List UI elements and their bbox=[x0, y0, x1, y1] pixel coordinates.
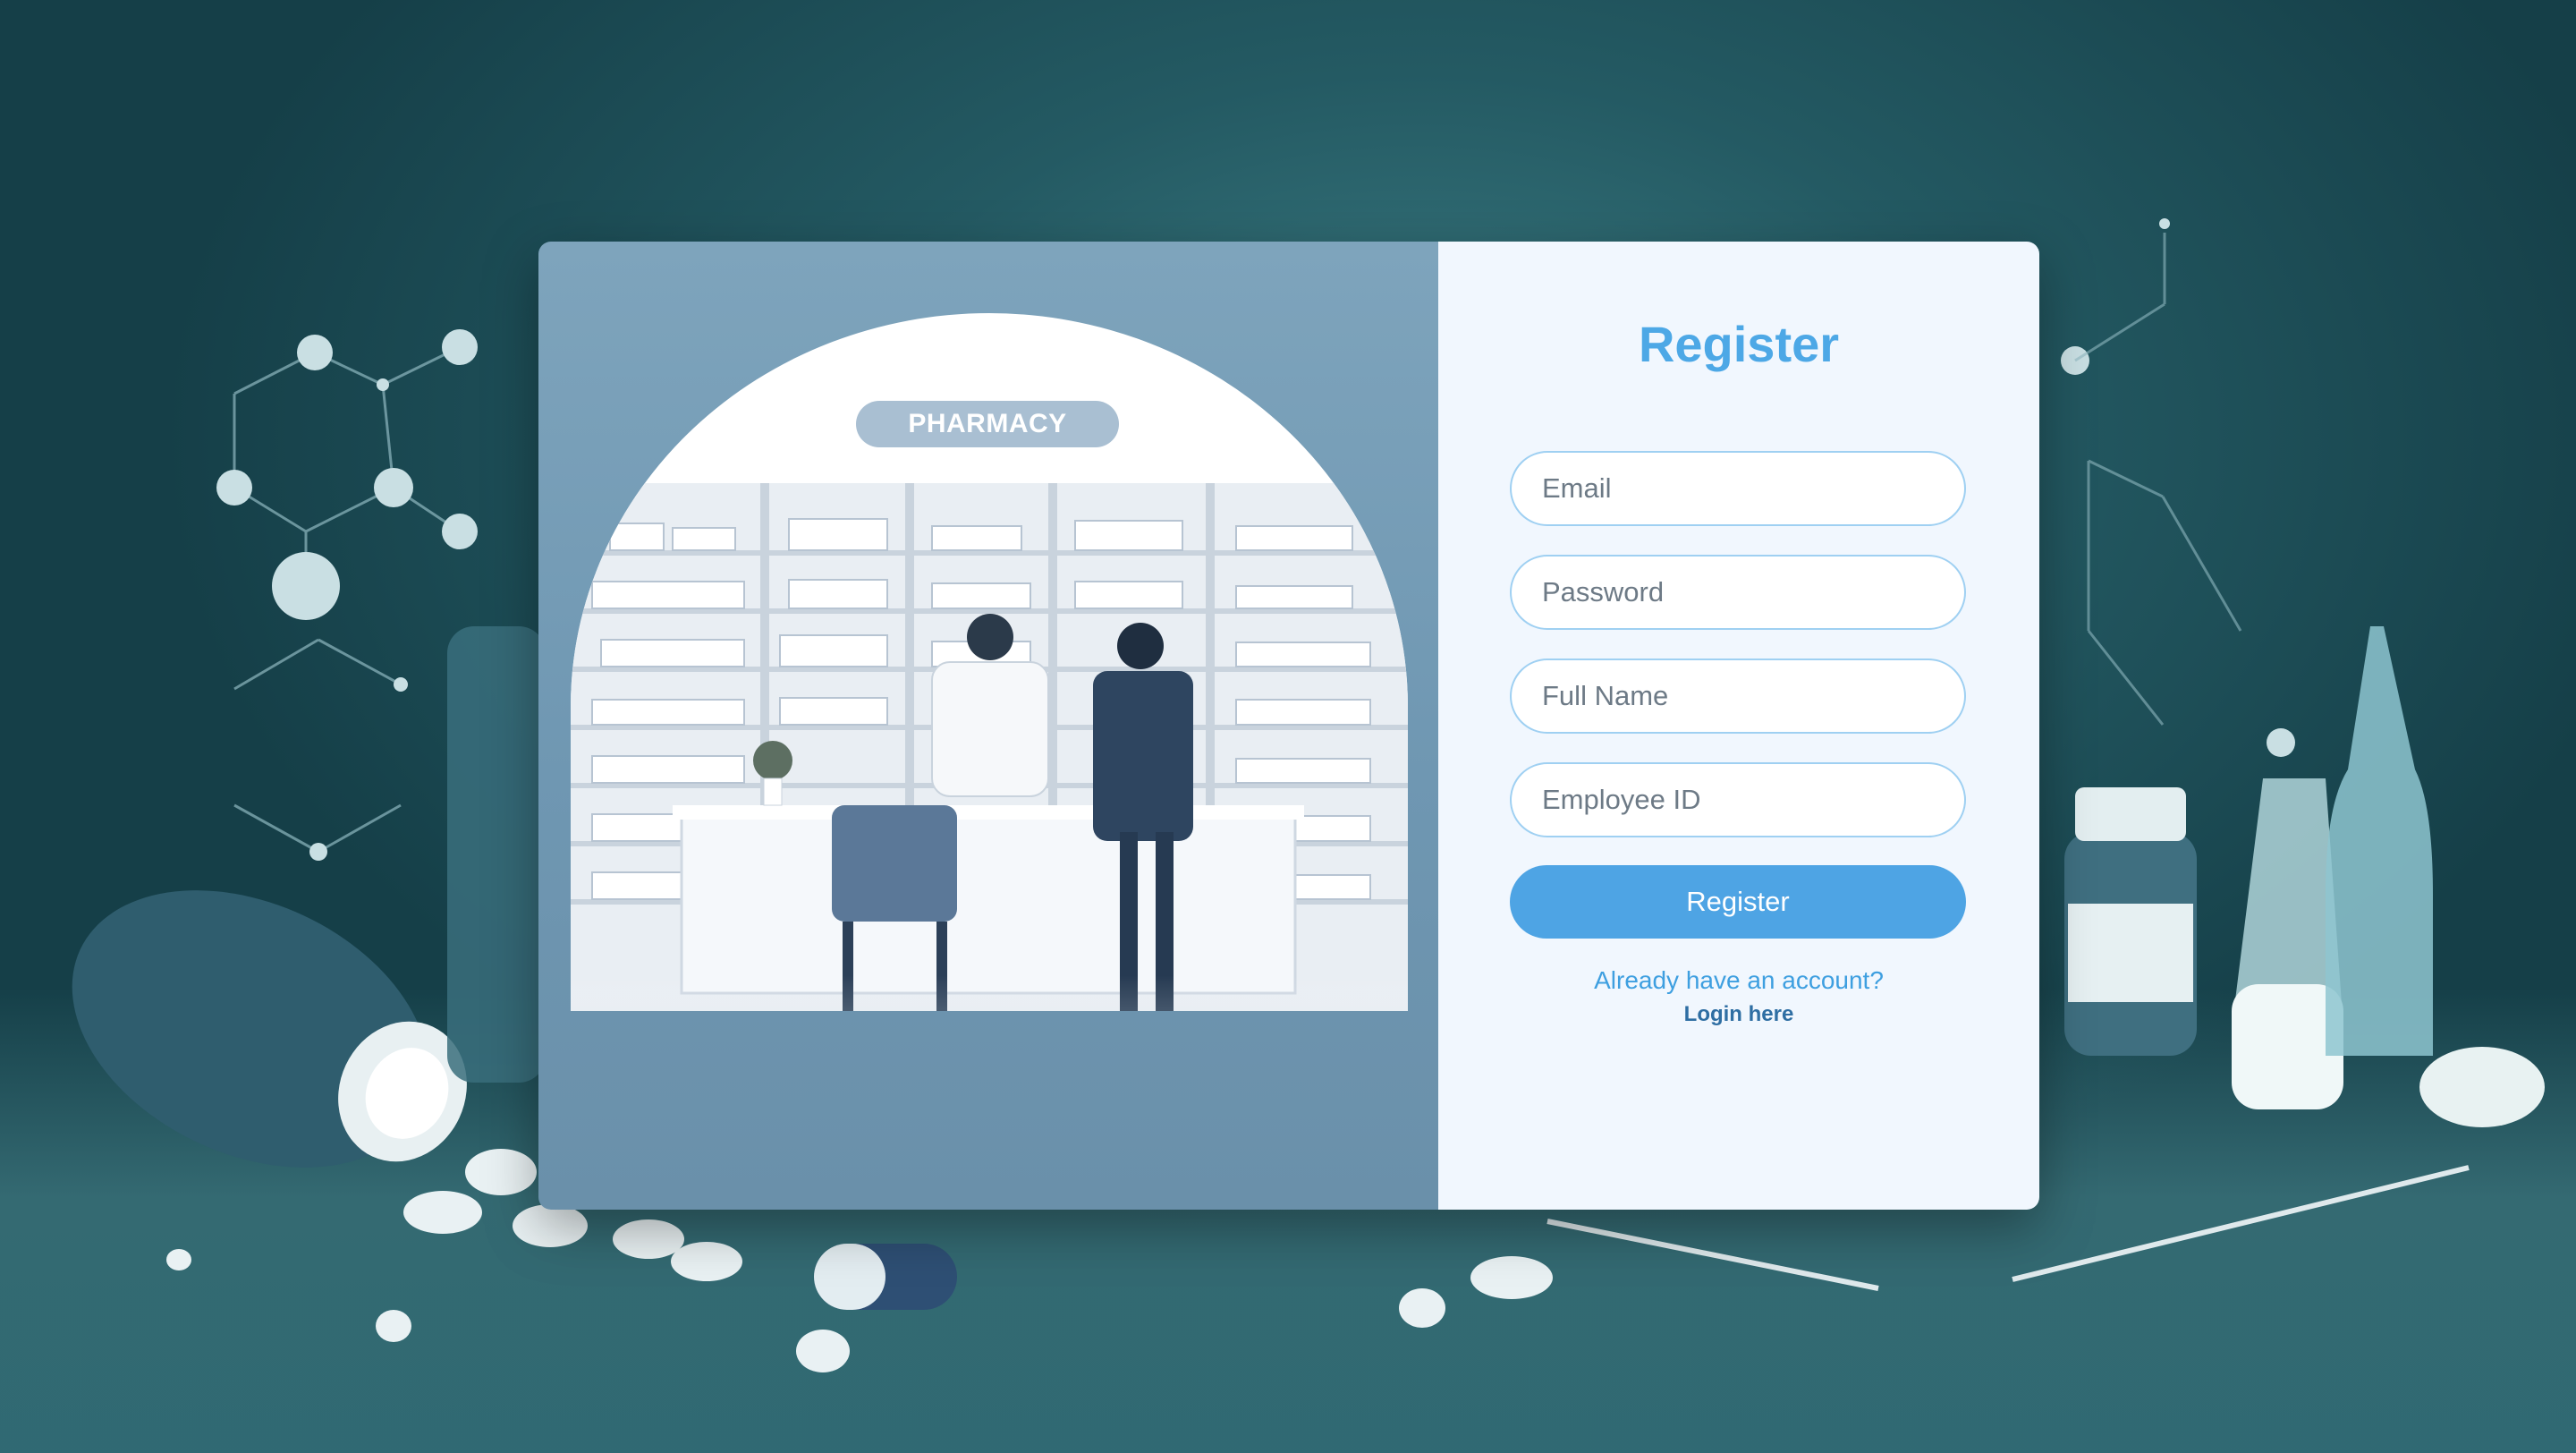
capsule-icon bbox=[814, 1244, 957, 1310]
illustration-panel: PHARMACY bbox=[538, 242, 1438, 1210]
molecule-right-icon bbox=[2074, 233, 2242, 726]
pharmacy-illustration bbox=[571, 313, 1408, 1011]
molecule-left-icon bbox=[233, 345, 461, 854]
employee-id-input[interactable] bbox=[1510, 762, 1966, 837]
register-card: PHARMACY Register Register Already have … bbox=[538, 242, 2039, 1210]
pharmacy-sign: PHARMACY bbox=[856, 401, 1119, 447]
bottles-right-icon bbox=[2064, 626, 2545, 1127]
already-account-text: Already have an account? bbox=[1594, 966, 1884, 994]
pill-bottle-left-icon bbox=[72, 626, 546, 1168]
login-link[interactable]: Login here bbox=[1438, 1002, 2039, 1027]
register-button[interactable]: Register bbox=[1510, 865, 1966, 939]
form-title: Register bbox=[1638, 316, 1840, 372]
password-input[interactable] bbox=[1510, 555, 1966, 630]
full-name-input[interactable] bbox=[1510, 659, 1966, 734]
register-form: Register Register Already have an accoun… bbox=[1438, 242, 2039, 1210]
email-input[interactable] bbox=[1510, 451, 1966, 526]
